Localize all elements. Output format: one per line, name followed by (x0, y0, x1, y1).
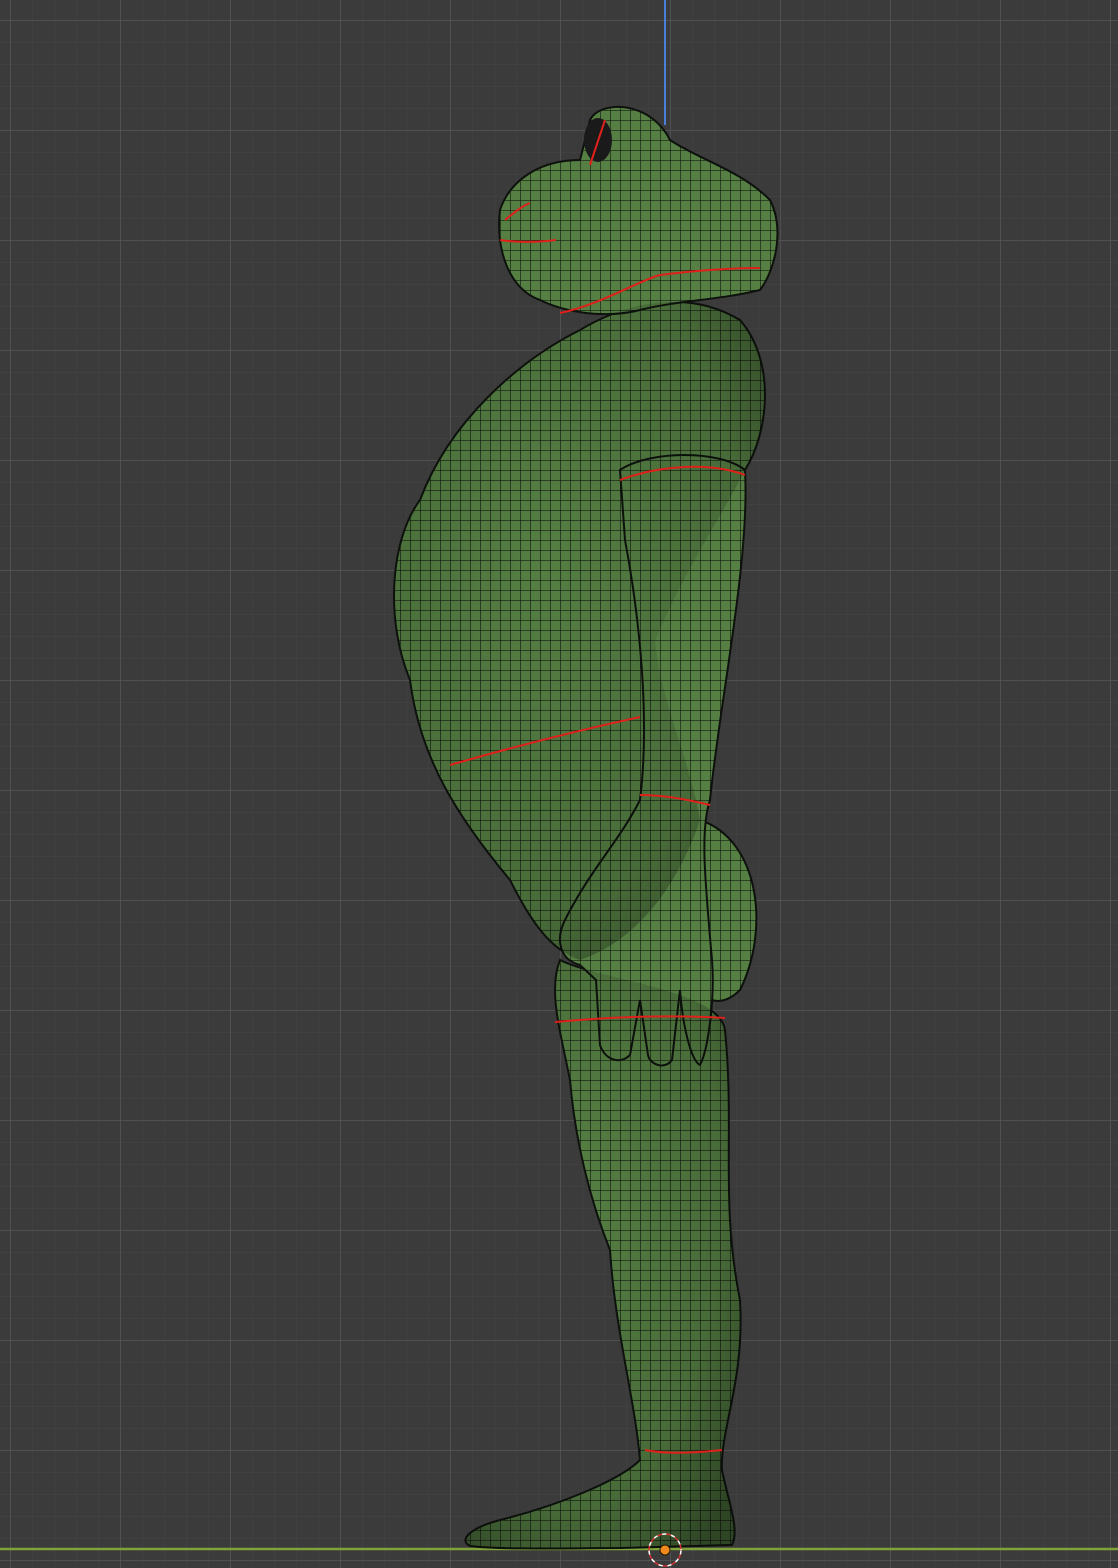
origin-dot-icon[interactable] (659, 1544, 671, 1556)
3d-viewport[interactable] (0, 0, 1118, 1568)
